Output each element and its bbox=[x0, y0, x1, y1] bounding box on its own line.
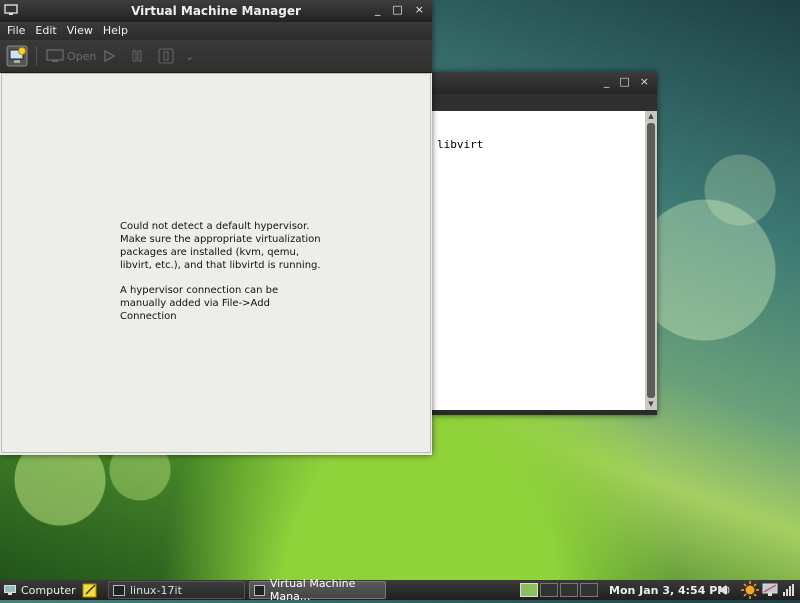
hypervisor-message: Could not detect a default hypervisor. M… bbox=[120, 220, 325, 335]
maximize-button[interactable]: □ bbox=[392, 3, 402, 16]
task-vmm-label: Virtual Machine Mana... bbox=[269, 577, 356, 603]
volume-control[interactable] bbox=[718, 580, 732, 600]
new-vm-icon bbox=[6, 45, 28, 67]
pause-button[interactable] bbox=[130, 45, 144, 67]
terminal-titlebar[interactable]: _ □ × bbox=[432, 72, 657, 94]
task-vmm[interactable]: Virtual Machine Mana... bbox=[249, 577, 386, 603]
clock[interactable]: Mon Jan 3, 4:54 PM bbox=[609, 580, 728, 600]
vm-list-area[interactable]: Could not detect a default hypervisor. M… bbox=[1, 73, 431, 453]
clock-label: Mon Jan 3, 4:54 PM bbox=[609, 583, 729, 597]
window-title: Virtual Machine Manager bbox=[131, 4, 301, 18]
message-add-connection: A hypervisor connection can be manually … bbox=[120, 285, 279, 322]
terminal-scrollbar[interactable]: ▲ ▼ bbox=[645, 111, 657, 410]
terminal-window[interactable]: _ □ × libvirt ▲ ▼ bbox=[432, 72, 657, 415]
terminal-maximize-button[interactable]: □ bbox=[619, 75, 629, 88]
scroll-down-icon[interactable]: ▼ bbox=[645, 399, 657, 410]
terminal-menubar bbox=[432, 94, 657, 111]
battery-status[interactable] bbox=[782, 580, 796, 600]
message-no-hypervisor: Could not detect a default hypervisor. M… bbox=[120, 221, 321, 271]
scrollbar-thumb[interactable] bbox=[647, 123, 655, 398]
shutdown-button[interactable] bbox=[158, 45, 174, 67]
toolbar-separator bbox=[36, 46, 37, 66]
workspace-3[interactable] bbox=[560, 583, 578, 597]
workspace-1[interactable] bbox=[520, 583, 538, 597]
power-icon bbox=[158, 48, 174, 64]
workspace-2[interactable] bbox=[540, 583, 558, 597]
terminal-output[interactable]: libvirt bbox=[432, 111, 645, 410]
vmm-window[interactable]: Virtual Machine Manager _ □ × File Edit … bbox=[0, 0, 432, 455]
task-terminal[interactable]: linux-17it bbox=[108, 581, 245, 599]
signal-icon bbox=[783, 584, 794, 596]
computer-label: Computer bbox=[21, 583, 76, 597]
terminal-close-button[interactable]: × bbox=[640, 75, 649, 88]
computer-icon bbox=[4, 584, 16, 595]
terminal-icon bbox=[113, 584, 125, 596]
scroll-up-icon[interactable]: ▲ bbox=[645, 111, 657, 122]
toolbar: Open ⌄ bbox=[0, 40, 432, 73]
notes-icon bbox=[82, 583, 97, 598]
sun-icon bbox=[741, 581, 759, 599]
pause-icon bbox=[132, 50, 142, 62]
updates-notifier[interactable] bbox=[741, 580, 759, 600]
menu-view[interactable]: View bbox=[62, 22, 98, 40]
chevron-down-icon: ⌄ bbox=[185, 49, 195, 63]
computer-menu[interactable]: Computer bbox=[4, 580, 76, 600]
speaker-icon bbox=[719, 585, 730, 595]
notes-launcher[interactable] bbox=[82, 580, 98, 600]
console-icon bbox=[46, 49, 64, 62]
network-icon bbox=[762, 583, 778, 596]
terminal-line: libvirt bbox=[437, 138, 484, 151]
workspace-switcher[interactable] bbox=[520, 580, 598, 600]
close-button[interactable]: × bbox=[415, 3, 424, 16]
menu-help[interactable]: Help bbox=[98, 22, 133, 40]
workspace-4[interactable] bbox=[580, 583, 598, 597]
shutdown-dropdown[interactable]: ⌄ bbox=[185, 45, 194, 67]
network-status[interactable] bbox=[762, 580, 778, 600]
open-label: Open bbox=[67, 49, 97, 63]
vmm-titlebar[interactable]: Virtual Machine Manager _ □ × bbox=[0, 0, 432, 22]
open-button[interactable]: Open bbox=[46, 45, 96, 67]
menu-file[interactable]: File bbox=[2, 22, 30, 40]
monitor-icon bbox=[254, 584, 265, 596]
task-terminal-label: linux-17it bbox=[130, 583, 182, 597]
new-vm-button[interactable] bbox=[6, 45, 28, 67]
play-icon bbox=[104, 49, 116, 63]
run-button[interactable] bbox=[102, 45, 116, 67]
minimize-button[interactable]: _ bbox=[375, 3, 381, 16]
bottom-panel: Computer linux-17it Virtual Machine Mana… bbox=[0, 577, 800, 603]
menu-edit[interactable]: Edit bbox=[30, 22, 61, 40]
terminal-minimize-button[interactable]: _ bbox=[604, 75, 610, 88]
menubar: File Edit View Help bbox=[0, 22, 432, 40]
